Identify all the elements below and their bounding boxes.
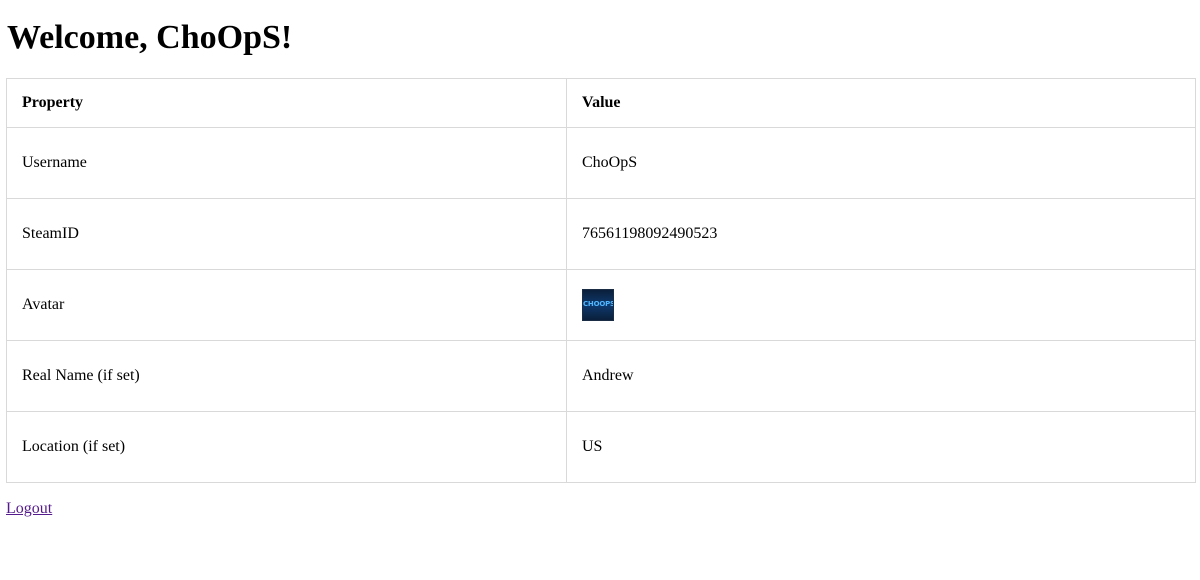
property-cell-real-name: Real Name (if set) (6, 340, 567, 412)
property-cell-avatar: Avatar (6, 269, 567, 341)
property-cell-steamid: SteamID (6, 198, 567, 270)
value-cell-steamid: 76561198092490523 (566, 198, 1196, 270)
profile-table: Property Value Username ChoOpS SteamID 7… (6, 78, 1196, 483)
value-cell-avatar: CHOOPS (566, 269, 1196, 341)
property-cell-location: Location (if set) (6, 411, 567, 483)
value-cell-real-name: Andrew (566, 340, 1196, 412)
column-header-value: Value (566, 78, 1196, 128)
column-header-property: Property (6, 78, 567, 128)
logout-link[interactable]: Logout (6, 500, 52, 518)
table-row: Real Name (if set) Andrew (6, 340, 1196, 412)
property-cell-username: Username (6, 127, 567, 199)
value-cell-location: US (566, 411, 1196, 483)
table-row: Avatar CHOOPS (6, 269, 1196, 341)
avatar-logo-text: CHOOPS (583, 300, 614, 308)
page-title: Welcome, ChoOpS! (7, 19, 293, 56)
table-row: Location (if set) US (6, 411, 1196, 483)
value-cell-username: ChoOpS (566, 127, 1196, 199)
table-row: SteamID 76561198092490523 (6, 198, 1196, 270)
table-header-row: Property Value (6, 78, 1196, 128)
table-row: Username ChoOpS (6, 127, 1196, 199)
avatar: CHOOPS (582, 289, 614, 321)
profile-page: Welcome, ChoOpS! Property Value Username… (0, 0, 1200, 580)
